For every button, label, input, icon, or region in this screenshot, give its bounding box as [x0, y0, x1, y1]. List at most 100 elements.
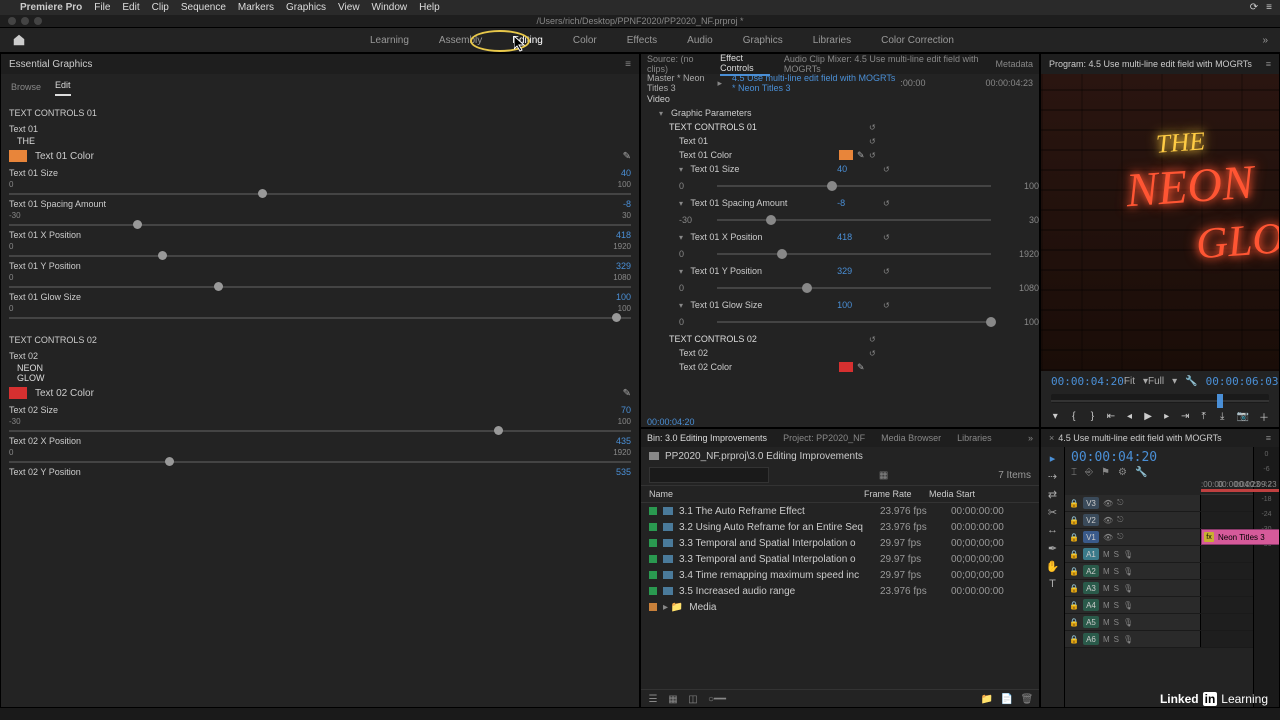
- minimize-dot[interactable]: [21, 17, 29, 25]
- track-a6[interactable]: 🔒A6MS🎙: [1065, 631, 1253, 648]
- step-back-icon[interactable]: ◂: [1125, 409, 1134, 423]
- tab-audio-clip-mixer[interactable]: Audio Clip Mixer: 4.5 Use multi-line edi…: [784, 54, 982, 74]
- go-to-out-icon[interactable]: ⇥: [1181, 409, 1190, 423]
- lock-icon[interactable]: 🔒: [1069, 550, 1079, 559]
- ec-text01-color-swatch[interactable]: [839, 150, 853, 160]
- proj-tab-libraries[interactable]: Libraries: [957, 433, 992, 443]
- program-tc-current[interactable]: 00:00:04:20: [1051, 375, 1124, 388]
- ec-graphic-params[interactable]: Graphic Parameters: [671, 108, 752, 118]
- go-to-in-icon[interactable]: ⇤: [1107, 409, 1116, 423]
- list-item[interactable]: 3.4 Time remapping maximum speed inc29.9…: [641, 567, 1039, 583]
- panel-menu-icon[interactable]: ≡: [1266, 433, 1271, 443]
- track-a1[interactable]: 🔒A1MS🎙: [1065, 546, 1253, 563]
- eyedropper-icon[interactable]: ✎: [623, 151, 631, 162]
- eg-tab-browse[interactable]: Browse: [11, 82, 41, 96]
- keyframe-reset-icon[interactable]: ↺: [883, 267, 890, 276]
- trash-icon[interactable]: 🗑: [1021, 694, 1033, 706]
- mute-icon[interactable]: M: [1103, 550, 1110, 559]
- extract-icon[interactable]: ⤓: [1218, 409, 1227, 423]
- timeline-clip[interactable]: fxNeon Titles 3: [1201, 529, 1280, 545]
- ripple-tool-icon[interactable]: ⇄: [1046, 487, 1060, 501]
- col-mediastart[interactable]: Media Start: [929, 489, 999, 499]
- track-badge[interactable]: A1: [1083, 548, 1099, 560]
- eg-size01-value[interactable]: 40: [621, 168, 631, 178]
- twirl-icon[interactable]: ▾: [679, 199, 686, 208]
- lock-icon[interactable]: 🔒: [1069, 567, 1079, 576]
- lock-icon[interactable]: 🔒: [1069, 533, 1079, 542]
- list-item[interactable]: 3.3 Temporal and Spatial Interpolation o…: [641, 535, 1039, 551]
- tab-effect-controls[interactable]: Effect Controls: [720, 53, 770, 76]
- track-v1[interactable]: 🔒V1👁⎋fxNeon Titles 3: [1065, 529, 1253, 546]
- eg-ypos02-value[interactable]: 535: [616, 467, 631, 477]
- hand-tool-icon[interactable]: ✋: [1046, 559, 1060, 573]
- eg-xpos01-slider[interactable]: [9, 255, 631, 257]
- list-view-icon[interactable]: ☰: [647, 694, 659, 706]
- proj-path[interactable]: PP2020_NF.prproj\3.0 Editing Improvement…: [665, 451, 863, 462]
- voice-icon[interactable]: 🎙: [1123, 584, 1133, 593]
- program-full-dropdown[interactable]: Full: [1148, 376, 1164, 387]
- sync-icon[interactable]: ⟳: [1250, 2, 1258, 13]
- sync-lock-icon[interactable]: ⎋: [1117, 532, 1123, 542]
- menu-help[interactable]: Help: [419, 2, 440, 13]
- menu-file[interactable]: File: [94, 2, 110, 13]
- track-badge[interactable]: A5: [1083, 616, 1099, 628]
- eg-ypos01-value[interactable]: 329: [616, 261, 631, 271]
- eg-color02-swatch[interactable]: [9, 387, 27, 399]
- eyedropper-icon[interactable]: ✎: [857, 362, 865, 373]
- chevron-down-icon[interactable]: ▾: [1172, 376, 1177, 387]
- ec-sub-label[interactable]: 4.5 Use multi-line edit field with MOGRT…: [732, 74, 900, 93]
- timeline-ruler[interactable]: :00:00 00:00:04:23 00:00:09:23: [1201, 479, 1253, 495]
- tab-source[interactable]: Source: (no clips): [647, 54, 706, 74]
- eg-size02-value[interactable]: 70: [621, 405, 631, 415]
- lock-icon[interactable]: 🔒: [1069, 516, 1079, 525]
- col-framerate[interactable]: Frame Rate: [864, 489, 929, 499]
- solo-icon[interactable]: S: [1114, 567, 1119, 576]
- proj-tab-project[interactable]: Project: PP2020_NF: [783, 433, 865, 443]
- mark-out-icon[interactable]: }: [1088, 409, 1097, 423]
- lock-icon[interactable]: 🔒: [1069, 618, 1079, 627]
- eye-icon[interactable]: 👁: [1103, 499, 1113, 508]
- keyframe-reset-icon[interactable]: ↺: [869, 151, 876, 160]
- sync-lock-icon[interactable]: ⎋: [1117, 515, 1123, 525]
- list-item[interactable]: 3.2 Using Auto Reframe for an Entire Seq…: [641, 519, 1039, 535]
- tab-metadata[interactable]: Metadata: [995, 59, 1033, 69]
- text01-spacing-slider[interactable]: [717, 219, 991, 221]
- icon-view-icon[interactable]: ▦: [667, 694, 679, 706]
- fx-badge-icon[interactable]: fx: [1204, 532, 1214, 542]
- eg-glow01-slider[interactable]: [9, 317, 631, 319]
- freeform-view-icon[interactable]: ◫: [687, 694, 699, 706]
- home-icon[interactable]: [12, 33, 26, 47]
- eye-icon[interactable]: 👁: [1103, 516, 1113, 525]
- eg-tab-edit[interactable]: Edit: [55, 80, 71, 96]
- track-select-tool-icon[interactable]: ⇢: [1046, 469, 1060, 483]
- track-a3[interactable]: 🔒A3MS🎙: [1065, 580, 1253, 597]
- track-badge[interactable]: A6: [1083, 633, 1099, 645]
- track-a5[interactable]: 🔒A5MS🎙: [1065, 614, 1253, 631]
- panel-menu-icon[interactable]: ≡: [1266, 59, 1271, 69]
- proj-overflow-icon[interactable]: »: [1028, 433, 1033, 443]
- menu-window[interactable]: Window: [372, 2, 408, 13]
- timeline-tab[interactable]: 4.5 Use multi-line edit field with MOGRT…: [1058, 433, 1221, 443]
- lock-icon[interactable]: 🔒: [1069, 635, 1079, 644]
- button-editor-icon[interactable]: ＋: [1259, 409, 1269, 423]
- eye-icon[interactable]: 👁: [1103, 533, 1113, 542]
- eg-size01-slider[interactable]: [9, 193, 631, 195]
- lock-icon[interactable]: 🔒: [1069, 499, 1079, 508]
- ws-audio[interactable]: Audio: [683, 32, 717, 49]
- eg-size02-slider[interactable]: [9, 430, 631, 432]
- new-item-icon[interactable]: 📄: [1001, 694, 1013, 706]
- eg-text01-value[interactable]: THE: [9, 136, 631, 146]
- ws-effects[interactable]: Effects: [623, 32, 661, 49]
- track-a4[interactable]: 🔒A4MS🎙: [1065, 597, 1253, 614]
- menu-edit[interactable]: Edit: [122, 2, 139, 13]
- voice-icon[interactable]: 🎙: [1123, 618, 1133, 627]
- eg-color01-swatch[interactable]: [9, 150, 27, 162]
- eg-glow01-value[interactable]: 100: [616, 292, 631, 302]
- keyframe-reset-icon[interactable]: ↺: [869, 137, 876, 146]
- ec-text01-spacing-value[interactable]: -8: [837, 198, 883, 208]
- play-icon[interactable]: ▶: [1144, 409, 1153, 423]
- program-fit-dropdown[interactable]: Fit: [1124, 376, 1135, 387]
- proj-tab-media-browser[interactable]: Media Browser: [881, 433, 941, 443]
- proj-tab-bin[interactable]: Bin: 3.0 Editing Improvements: [647, 433, 767, 443]
- app-name[interactable]: Premiere Pro: [20, 2, 82, 13]
